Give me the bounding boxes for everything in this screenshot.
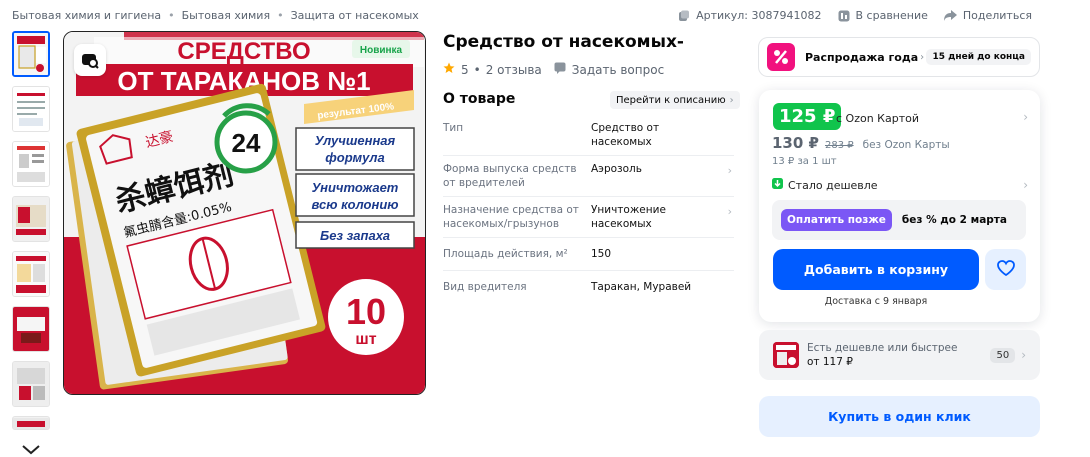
image-headline-1: СРЕДСТВО [177, 38, 310, 65]
thumbnail-list [12, 31, 52, 439]
thumbnail[interactable] [12, 361, 50, 407]
sale-banner[interactable]: Распродажа года › 15 дней до конца [758, 37, 1040, 77]
star-icon [443, 62, 455, 77]
spec-key: Назначение средства от насекомых/грызуно… [443, 204, 579, 230]
chevron-down-icon[interactable] [22, 440, 40, 457]
regular-price-row: 130 ₽ 283 ₽ без Ozon Карты [772, 134, 950, 152]
image-count: 10 [346, 291, 386, 332]
rating-row: 5 • 2 отзыва Задать вопрос [443, 62, 664, 77]
spec-row: Площадь действия, м² 150 [443, 238, 734, 271]
image-hours: 24 [232, 128, 261, 158]
reviews-link[interactable]: 2 отзыва [486, 63, 542, 77]
price-per-unit: 13 ₽ за 1 шт [772, 156, 837, 167]
compare-button[interactable]: В сравнение [838, 9, 928, 22]
spec-table: Тип Средство от насекомых Форма выпуска … [443, 115, 734, 303]
breadcrumb: Бытовая химия и гигиена • Бытовая химия … [12, 9, 419, 22]
thumbnail[interactable] [12, 251, 50, 297]
pay-later-text: без % до 2 марта [901, 214, 1007, 226]
product-image[interactable]: СРЕДСТВО ОТ ТАРАКАНОВ №1 Новинка результ… [63, 31, 426, 395]
spec-row: Вид вредителя Таракан, Муравей [443, 271, 734, 303]
copy-icon [678, 10, 690, 22]
delivery-info: Доставка с 9 января [824, 296, 928, 307]
breadcrumb-link[interactable]: Защита от насекомых [291, 9, 419, 22]
chevron-right-icon[interactable]: › [728, 205, 732, 218]
breadcrumb-link[interactable]: Бытовая химия [182, 9, 270, 22]
old-price: 283 ₽ [824, 140, 854, 151]
price-card: 125 ₽ с Ozon Картой › 130 ₽ 283 ₽ без Oz… [759, 90, 1040, 322]
buy-one-click-button[interactable]: Купить в один клик [759, 396, 1040, 437]
thumbnail[interactable] [12, 306, 50, 352]
share-button[interactable]: Поделиться [943, 9, 1032, 22]
new-badge: Новинка [360, 45, 403, 56]
heart-icon [996, 259, 1015, 280]
spec-value: Аэрозоль [591, 163, 642, 175]
share-icon [943, 10, 957, 21]
sale-label: Распродажа года [805, 50, 919, 64]
image-feature-2a: Уничтожает [312, 180, 399, 195]
cheaper-offer[interactable]: Есть дешевле или быстрее от 117 ₽ 50 › [759, 330, 1040, 380]
chat-icon [554, 62, 566, 77]
regular-price-label: без Ozon Карты [862, 139, 950, 151]
breadcrumb-separator: • [277, 9, 284, 22]
image-feature-2b: всю колонию [311, 197, 398, 212]
compare-icon [838, 10, 850, 22]
thumbnail[interactable] [12, 141, 50, 187]
spec-value: Уничтожение насекомых [591, 204, 666, 230]
thumbnail[interactable] [12, 31, 50, 77]
offer-count-badge: 50 [990, 347, 1016, 363]
thumbnail[interactable] [12, 86, 50, 132]
ozon-card-label: с Ozon Картой [836, 112, 919, 125]
chevron-right-icon: › [729, 94, 734, 106]
favorite-button[interactable] [985, 249, 1026, 290]
spec-key: Вид вредителя [443, 281, 527, 293]
pay-later-row[interactable]: Оплатить позже без % до 2 марта [772, 200, 1026, 240]
rating-value: 5 [461, 62, 469, 77]
offer-text: Есть дешевле или быстрее от 117 ₽ [807, 342, 958, 368]
spec-key: Форма выпуска средств от вредителей [443, 163, 577, 189]
product-title: Средство от насекомых- [443, 32, 684, 52]
spec-value: Средство от насекомых [591, 122, 660, 148]
chevron-right-icon: › [1021, 348, 1026, 362]
header-actions: Артикул: 3087941082 В сравнение Поделить… [678, 9, 1032, 22]
camera-search-icon [81, 51, 99, 69]
goto-description-button[interactable]: Перейти к описанию › [610, 91, 740, 109]
spec-row: Назначение средства от насекомых/грызуно… [443, 197, 734, 238]
spec-row: Форма выпуска средств от вредителей Аэро… [443, 156, 734, 197]
offer-thumbnail [773, 342, 799, 368]
chevron-right-icon[interactable]: › [1023, 178, 1028, 192]
arrow-down-icon [772, 178, 783, 192]
thumbnail[interactable] [12, 196, 50, 242]
price-drop-row[interactable]: Стало дешевле [772, 178, 878, 192]
image-count-unit: шт [355, 331, 376, 348]
percent-icon [767, 43, 795, 71]
ask-question-button[interactable]: Задать вопрос [554, 62, 664, 77]
add-to-cart-button[interactable]: Добавить в корзину [773, 249, 979, 290]
ozon-card-price: 125 ₽ [773, 103, 842, 130]
spec-key: Площадь действия, м² [443, 248, 568, 260]
pay-later-button[interactable]: Оплатить позже [781, 209, 892, 231]
image-feature-1a: Улучшенная [315, 133, 396, 148]
regular-price: 130 ₽ [772, 134, 819, 152]
spec-row: Тип Средство от насекомых [443, 115, 734, 156]
image-feature-3: Без запаха [320, 228, 390, 243]
image-feature-1b: формула [325, 150, 384, 165]
breadcrumb-separator: • [168, 9, 175, 22]
chevron-right-icon[interactable]: › [728, 164, 732, 177]
chevron-right-icon[interactable]: › [1023, 110, 1028, 124]
sale-days-left: 15 дней до конца [926, 49, 1031, 65]
spec-key: Тип [443, 122, 464, 134]
spec-value: 150 [591, 248, 612, 260]
about-heading: О товаре [443, 91, 516, 107]
chevron-right-icon: › [920, 51, 925, 63]
article-number[interactable]: Артикул: 3087941082 [678, 9, 822, 22]
separator-dot: • [473, 62, 481, 77]
spec-value: Таракан, Муравей [591, 281, 692, 293]
thumbnail[interactable] [12, 416, 50, 430]
breadcrumb-link[interactable]: Бытовая химия и гигиена [12, 9, 161, 22]
image-search-button[interactable] [74, 44, 106, 76]
